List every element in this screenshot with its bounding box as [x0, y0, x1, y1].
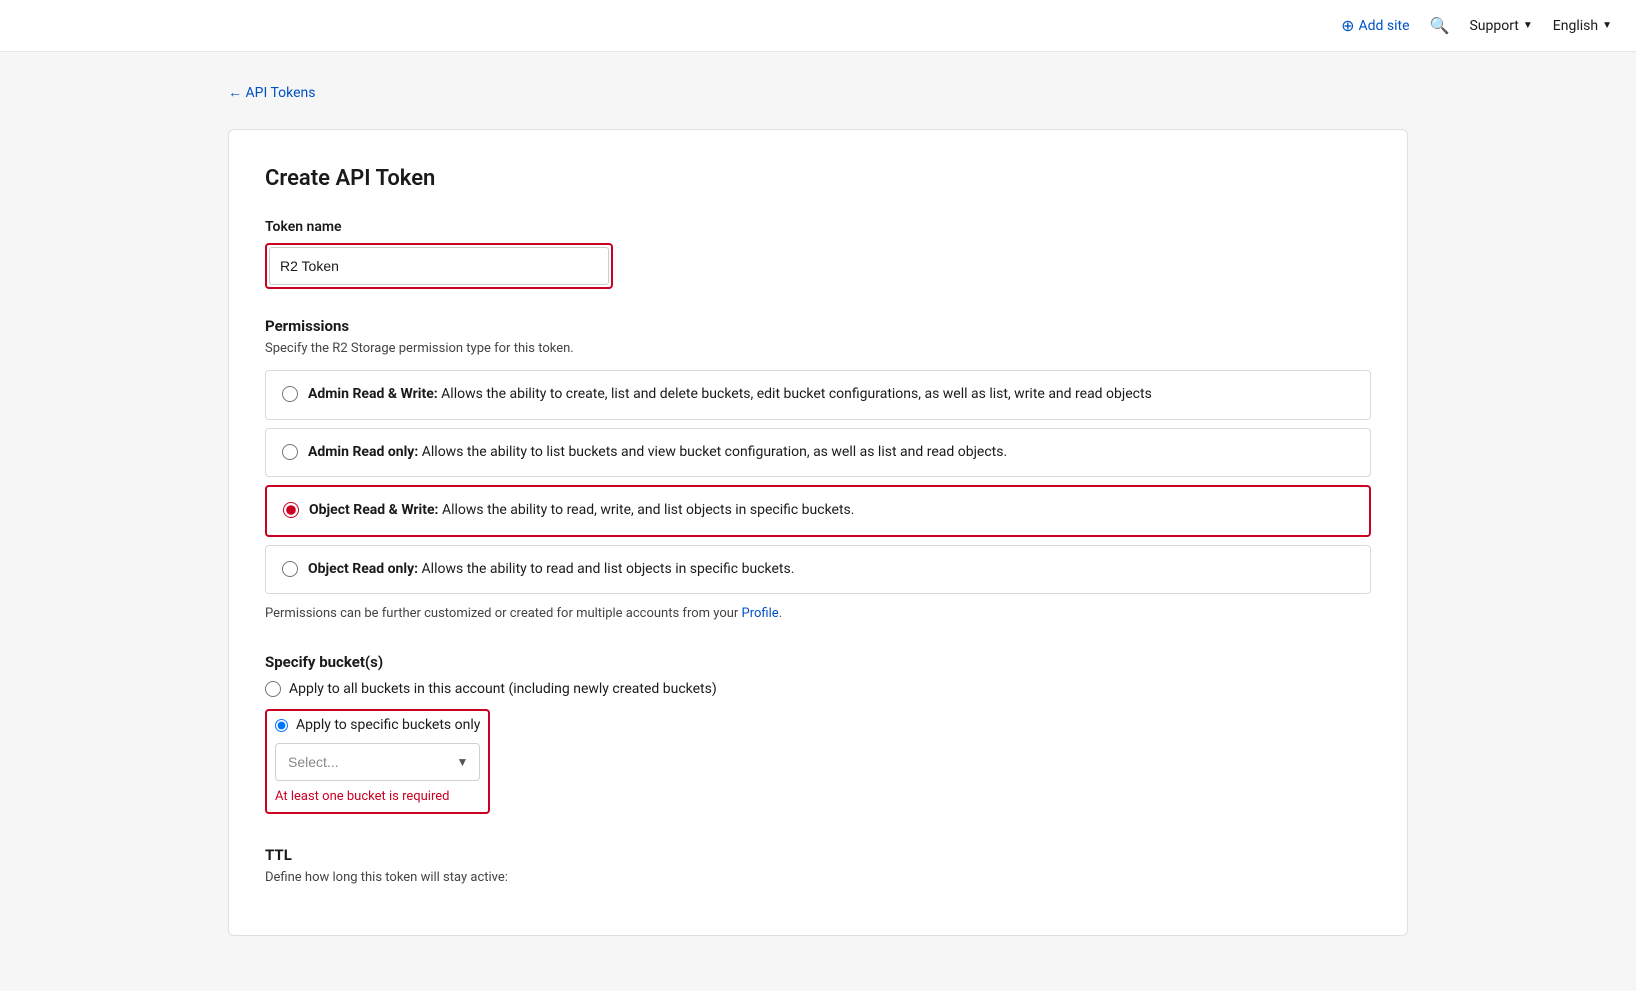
permission-label-obj-rw: Object Read & Write: Allows the ability …: [309, 501, 854, 521]
permission-label-obj-ro: Object Read only: Allows the ability to …: [308, 560, 794, 580]
chevron-down-icon: ▼: [1602, 20, 1612, 31]
plus-icon: ⊕: [1341, 16, 1354, 35]
ttl-section: TTL Define how long this token will stay…: [265, 846, 1371, 885]
add-site-button[interactable]: ⊕ Add site: [1341, 16, 1409, 35]
permission-option-admin-rw[interactable]: Admin Read & Write: Allows the ability t…: [265, 370, 1371, 420]
bucket-option-all[interactable]: Apply to all buckets in this account (in…: [265, 681, 1371, 697]
permission-option-obj-ro[interactable]: Object Read only: Allows the ability to …: [265, 545, 1371, 595]
bucket-select[interactable]: Select...: [275, 743, 480, 781]
token-name-section: Token name: [265, 219, 1371, 317]
permission-option-obj-rw[interactable]: Object Read & Write: Allows the ability …: [265, 485, 1371, 537]
language-button[interactable]: English ▼: [1553, 18, 1612, 34]
token-name-wrapper: [265, 243, 613, 289]
add-site-label: Add site: [1359, 18, 1410, 34]
language-label: English: [1553, 18, 1598, 34]
page-content: ← API Tokens Create API Token Token name…: [168, 52, 1468, 968]
permission-radio-admin-ro[interactable]: [282, 444, 298, 460]
permissions-title: Permissions: [265, 317, 1371, 335]
api-tokens-back-link[interactable]: ← API Tokens: [228, 85, 315, 101]
profile-link[interactable]: Profile: [742, 606, 779, 621]
token-name-input[interactable]: [269, 247, 609, 285]
bucket-option-specific-wrapper: Apply to specific buckets only Select...…: [265, 707, 1371, 814]
breadcrumb: ← API Tokens: [228, 84, 1408, 101]
permissions-desc: Specify the R2 Storage permission type f…: [265, 341, 1371, 356]
chevron-down-icon: ▼: [1523, 20, 1533, 31]
support-label: Support: [1469, 18, 1518, 34]
permissions-note: Permissions can be further customized or…: [265, 606, 1371, 621]
bucket-error-message: At least one bucket is required: [275, 789, 480, 804]
specific-bucket-label-row: Apply to specific buckets only: [275, 717, 480, 733]
search-icon[interactable]: 🔍: [1430, 16, 1450, 35]
permission-radio-obj-ro[interactable]: [282, 561, 298, 577]
permission-option-admin-ro[interactable]: Admin Read only: Allows the ability to l…: [265, 428, 1371, 478]
specific-bucket-wrapper: Apply to specific buckets only Select...…: [265, 709, 490, 814]
create-api-token-card: Create API Token Token name Permissions …: [228, 129, 1408, 936]
bucket-radio-group: Apply to all buckets in this account (in…: [265, 681, 1371, 814]
bucket-all-label: Apply to all buckets in this account (in…: [289, 681, 717, 697]
bucket-select-container: Select... ▼: [275, 743, 480, 781]
permissions-section: Permissions Specify the R2 Storage permi…: [265, 317, 1371, 621]
card-title: Create API Token: [265, 166, 1371, 191]
bucket-specific-label: Apply to specific buckets only: [296, 717, 480, 733]
permission-radio-obj-rw[interactable]: [283, 502, 299, 518]
bucket-radio-all[interactable]: [265, 681, 281, 697]
specify-buckets-title: Specify bucket(s): [265, 653, 1371, 671]
bucket-radio-specific[interactable]: [275, 719, 288, 732]
support-button[interactable]: Support ▼: [1469, 18, 1532, 34]
ttl-desc: Define how long this token will stay act…: [265, 870, 1371, 885]
permission-label-admin-rw: Admin Read & Write: Allows the ability t…: [308, 385, 1152, 405]
permission-radio-admin-rw[interactable]: [282, 386, 298, 402]
top-navigation: ⊕ Add site 🔍 Support ▼ English ▼: [0, 0, 1636, 52]
ttl-title: TTL: [265, 846, 1371, 864]
permission-label-admin-ro: Admin Read only: Allows the ability to l…: [308, 443, 1007, 463]
specify-buckets-section: Specify bucket(s) Apply to all buckets i…: [265, 653, 1371, 814]
token-name-label: Token name: [265, 219, 1371, 235]
